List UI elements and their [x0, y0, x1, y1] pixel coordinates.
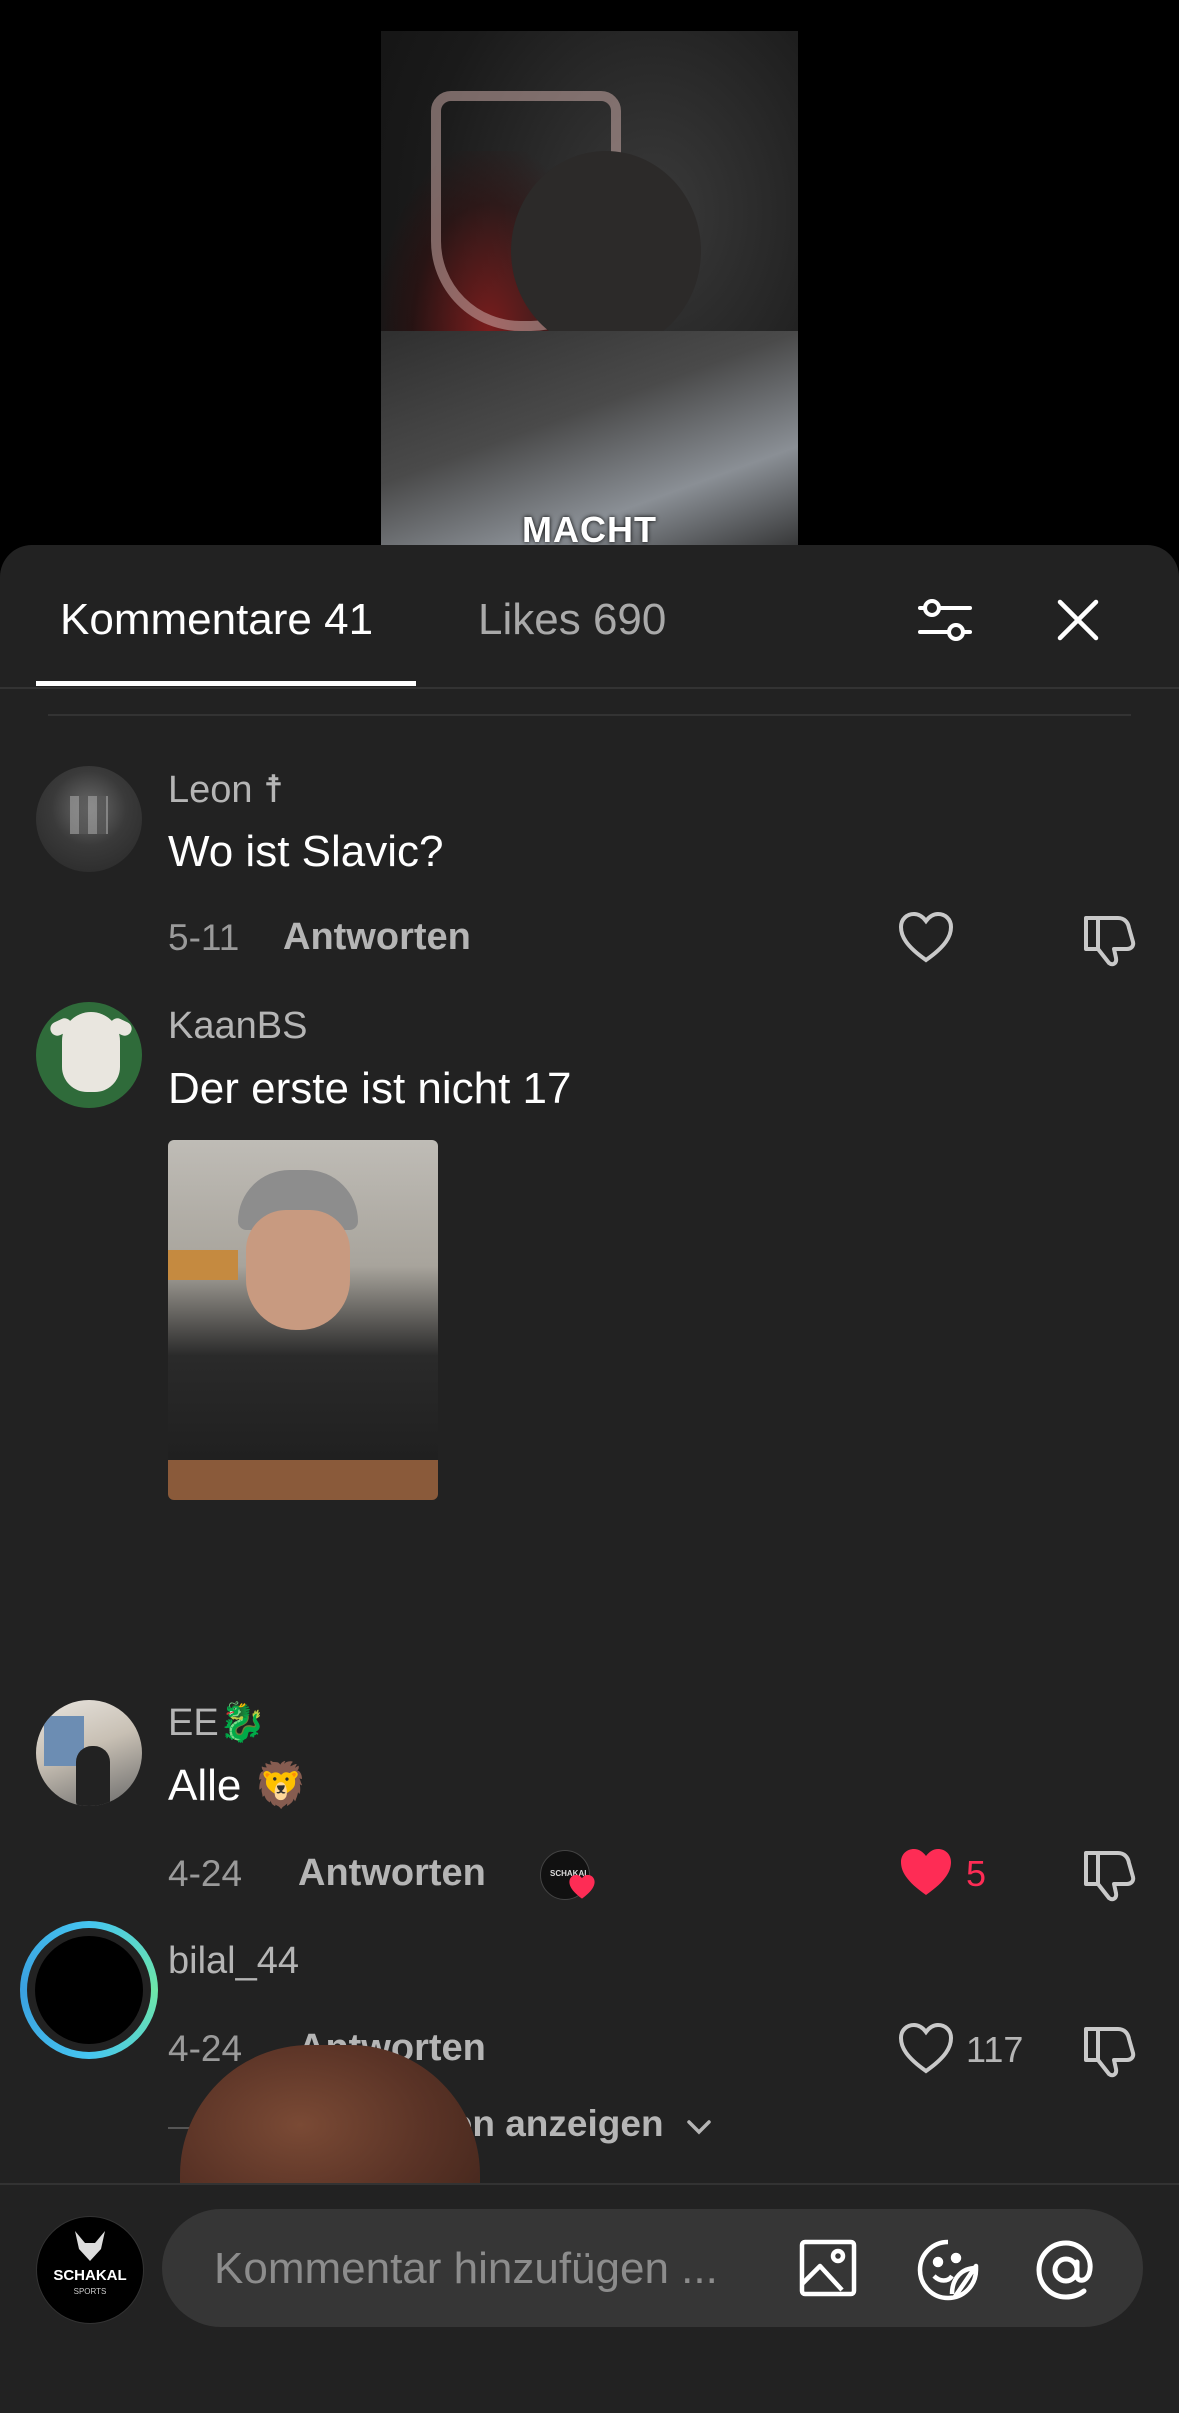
comment-username[interactable]: KaanBS: [168, 1005, 307, 1048]
comment-attached-image[interactable]: [168, 1140, 438, 1500]
avatar[interactable]: [36, 1700, 142, 1806]
comment-date: 4-24: [168, 1853, 243, 1894]
avatar-blur: [70, 796, 108, 834]
heart-icon[interactable]: [896, 908, 956, 968]
comment-username[interactable]: bilal_44: [168, 1940, 299, 1983]
close-button[interactable]: [1043, 585, 1113, 655]
video-person-head: [511, 151, 701, 351]
thumbs-down-icon[interactable]: [1078, 1843, 1138, 1903]
video-preview[interactable]: MACHT: [381, 31, 798, 551]
image-face: [246, 1210, 350, 1330]
avatar: [35, 1936, 143, 2044]
active-tab-indicator: [36, 681, 416, 686]
image-icon[interactable]: [798, 2238, 858, 2298]
thumbs-down-icon[interactable]: [1078, 908, 1138, 968]
tab-bar: Kommentare 41 Likes 690: [0, 545, 1179, 689]
avatar-logo-text: SCHAKAL: [53, 2267, 127, 2284]
ring-gap: [27, 1928, 151, 2052]
comment-text: Wo ist Slavic?: [168, 827, 444, 876]
sticker-dog: [180, 2045, 480, 2185]
user-avatar[interactable]: SCHAKAL SPORTS: [36, 2216, 144, 2324]
comment-input-container: [162, 2209, 1143, 2329]
avatar[interactable]: [36, 766, 142, 872]
tab-comments[interactable]: Kommentare 41: [60, 595, 373, 645]
list-top-divider: [48, 714, 1131, 716]
sliders-icon: [918, 599, 972, 641]
reply-button[interactable]: Antworten: [298, 1852, 486, 1895]
comment-username[interactable]: Leon ☨: [168, 767, 284, 812]
comment-sticker-image[interactable]: [168, 2045, 508, 2185]
sticker-icon[interactable]: [916, 2238, 980, 2302]
image-shelf: [168, 1250, 238, 1280]
chevron-down-icon: [687, 2120, 711, 2135]
tab-likes[interactable]: Likes 690: [478, 595, 666, 645]
heart-filled-icon[interactable]: [896, 1843, 956, 1903]
heart-icon[interactable]: [896, 2019, 956, 2079]
comment-username[interactable]: EE🐉: [168, 1701, 266, 1745]
comment-date: 5-11: [168, 917, 240, 958]
comment-text: Alle 🦁: [168, 1761, 309, 1810]
thumbs-down-icon[interactable]: [1078, 2019, 1138, 2079]
comments-sheet: Kommentare 41 Likes 690 Leon ☨ Wo ist Sl…: [0, 545, 1179, 2411]
comment-composer: SCHAKAL SPORTS: [0, 2183, 1179, 2413]
image-table: [168, 1460, 438, 1500]
avatar-story-ring[interactable]: [20, 1921, 158, 2059]
heart-icon: [569, 1874, 595, 1899]
like-count: 117: [966, 2029, 1024, 2070]
comment-text: Der erste ist nicht 17: [168, 1064, 572, 1113]
close-icon: [1057, 599, 1099, 641]
like-count: 5: [966, 1853, 987, 1894]
creator-liked-badge: SCHAKAL: [540, 1850, 595, 1900]
comment-input[interactable]: [212, 2209, 736, 2329]
filter-button[interactable]: [910, 585, 980, 655]
mention-icon[interactable]: [1034, 2238, 1098, 2302]
jackal-logo-icon: [75, 2231, 105, 2261]
avatar-person: [76, 1746, 110, 1806]
avatar-logo-subtext: SPORTS: [73, 2287, 107, 2296]
reply-button[interactable]: Antworten: [283, 916, 471, 959]
avatar[interactable]: [36, 1002, 142, 1108]
